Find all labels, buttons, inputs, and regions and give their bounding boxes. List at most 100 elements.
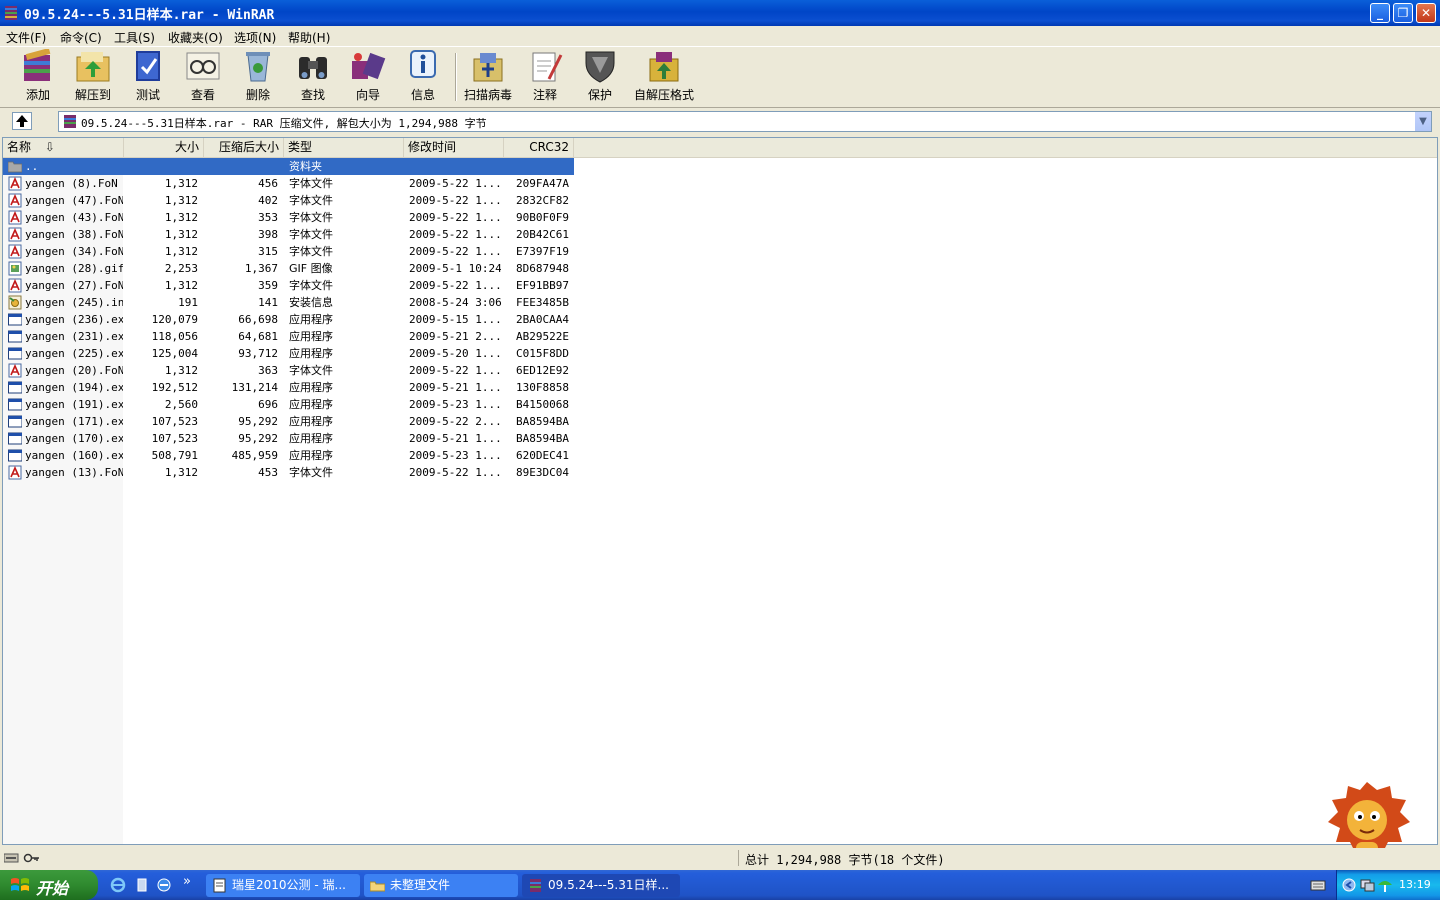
quick-launch-more[interactable]: » <box>183 874 191 889</box>
file-modified: 2009-5-20 1... <box>409 347 501 360</box>
file-row[interactable]: yangen (34).FoN 1,312 315 字体文件 2009-5-22 1..… <box>3 243 574 260</box>
file-type: GIF 图像 <box>289 262 333 275</box>
file-modified: 2009-5-23 1... <box>409 449 501 462</box>
file-crc32: 2BA0CAA4 <box>516 313 569 326</box>
wizard-button[interactable]: 向导 <box>341 49 395 103</box>
file-name: yangen (28).gif <box>25 262 123 275</box>
file-type: 应用程序 <box>289 415 333 428</box>
close-button[interactable]: ✕ <box>1416 3 1436 23</box>
file-packed-size: 353 <box>258 211 278 224</box>
menu-file[interactable]: 文件(F) <box>6 29 46 46</box>
menu-help[interactable]: 帮助(H) <box>288 29 330 46</box>
exe-file-icon <box>8 347 22 360</box>
view-button[interactable]: 查看 <box>176 49 230 103</box>
file-row[interactable]: yangen (8).FoN 1,312 456 字体文件 2009-5-22 1...… <box>3 175 574 192</box>
extract-folder-icon <box>76 52 110 82</box>
antivirus-umbrella-icon[interactable] <box>1377 877 1393 893</box>
info-button[interactable]: 信息 <box>396 49 450 103</box>
file-packed-size: 402 <box>258 194 278 207</box>
ie-icon[interactable] <box>156 877 172 893</box>
file-list[interactable]: 名称 ⇩ 大小 压缩后大小 类型 修改时间 CRC32 .. 资料夹 yange… <box>2 137 1438 845</box>
file-row[interactable]: yangen (28).gif 2,253 1,367 GIF 图像 2009-5-1 … <box>3 260 574 277</box>
maximize-button[interactable]: ❐ <box>1393 3 1413 23</box>
file-modified: 2009-5-1 10:24 <box>409 262 501 275</box>
file-modified: 2009-5-22 1... <box>409 245 501 258</box>
file-row[interactable]: yangen (170).exe 107,523 95,292 应用程序 2009-5-… <box>3 430 574 447</box>
tray-show-hidden-icon[interactable] <box>1341 877 1357 893</box>
column-modified[interactable]: 修改时间 <box>404 138 504 157</box>
font-file-icon <box>8 176 22 191</box>
taskbar-item-rising[interactable]: 瑞星2010公测 - 瑞... <box>206 874 360 897</box>
scan-virus-button[interactable]: 扫描病毒 <box>461 49 515 103</box>
column-size[interactable]: 大小 <box>124 138 204 157</box>
file-row[interactable]: yangen (13).FoN 1,312 453 字体文件 2009-5-22 1..… <box>3 464 574 481</box>
file-type: 字体文件 <box>289 245 333 258</box>
file-row[interactable]: yangen (38).FoN 1,312 398 字体文件 2009-5-22 1..… <box>3 226 574 243</box>
file-size: 1,312 <box>164 228 198 241</box>
file-row[interactable]: yangen (20).FoN 1,312 363 字体文件 2009-5-22 1..… <box>3 362 574 379</box>
file-row[interactable]: yangen (171).exe 107,523 95,292 应用程序 2009-5-… <box>3 413 574 430</box>
file-row[interactable]: yangen (43).FoN 1,312 353 字体文件 2009-5-22 1..… <box>3 209 574 226</box>
file-row[interactable]: yangen (236).exe 120,079 66,698 应用程序 2009-5-… <box>3 311 574 328</box>
media-player-icon[interactable] <box>134 877 150 893</box>
address-text: 09.5.24---5.31日样本.rar - RAR 压缩文件, 解包大小为 … <box>81 117 487 130</box>
comment-button[interactable]: 注释 <box>518 49 572 103</box>
ie-browser-icon[interactable] <box>110 877 126 893</box>
file-row[interactable]: yangen (231).exe 118,056 64,681 应用程序 2009-5-… <box>3 328 574 345</box>
menu-options[interactable]: 选项(N) <box>234 29 276 46</box>
file-name: yangen (170).exe <box>25 432 123 445</box>
extract-to-button[interactable]: 解压到 <box>66 49 120 103</box>
column-name[interactable]: 名称 ⇩ <box>3 138 124 157</box>
exe-file-icon <box>8 330 22 343</box>
file-row[interactable]: yangen (225).exe 125,004 93,712 应用程序 2009-5-… <box>3 345 574 362</box>
file-row[interactable]: yangen (245).inf 191 141 安装信息 2008-5-24 3:06… <box>3 294 574 311</box>
file-row[interactable]: yangen (27).FoN 1,312 359 字体文件 2009-5-22 1..… <box>3 277 574 294</box>
file-modified: 2009-5-22 1... <box>409 466 501 479</box>
file-row[interactable]: yangen (47).FoN 1,312 402 字体文件 2009-5-22 1..… <box>3 192 574 209</box>
menu-tools[interactable]: 工具(S) <box>114 29 155 46</box>
toolbar-separator <box>455 53 457 101</box>
file-name: yangen (43).FoN <box>25 211 123 224</box>
minimize-button[interactable]: _ <box>1370 3 1390 23</box>
test-button[interactable]: 测试 <box>121 49 175 103</box>
file-row[interactable]: yangen (191).exe 2,560 696 应用程序 2009-5-23 1.… <box>3 396 574 413</box>
file-packed-size: 315 <box>258 245 278 258</box>
file-size: 1,312 <box>164 177 198 190</box>
parent-folder-row[interactable]: .. 资料夹 <box>3 158 574 175</box>
file-row[interactable]: yangen (194).exe 192,512 131,214 应用程序 2009-5… <box>3 379 574 396</box>
file-size: 107,523 <box>151 432 198 445</box>
find-button[interactable]: 查找 <box>286 49 340 103</box>
column-packed[interactable]: 压缩后大小 <box>204 138 284 157</box>
add-button[interactable]: 添加 <box>11 49 65 103</box>
winrar-app-icon[interactable] <box>4 5 18 21</box>
taskbar-item-winrar[interactable]: 09.5.24---5.31日样... <box>522 874 680 897</box>
menu-favorites[interactable]: 收藏夹(O) <box>168 29 223 46</box>
file-type: 应用程序 <box>289 330 333 343</box>
file-size: 2,560 <box>164 398 198 411</box>
file-row[interactable]: yangen (160).exe 508,791 485,959 应用程序 2009-5… <box>3 447 574 464</box>
network-icon[interactable] <box>1359 877 1375 893</box>
sfx-button[interactable]: 自解压格式 <box>633 49 695 103</box>
file-name: yangen (34).FoN <box>25 245 123 258</box>
file-modified: 2009-5-22 1... <box>409 194 501 207</box>
protect-button[interactable]: 保护 <box>573 49 627 103</box>
file-size: 192,512 <box>151 381 198 394</box>
font-file-icon <box>8 193 22 208</box>
font-file-icon <box>8 227 22 242</box>
start-button[interactable]: 开始 <box>0 870 98 900</box>
file-modified: 2009-5-22 1... <box>409 364 501 377</box>
delete-button[interactable]: 删除 <box>231 49 285 103</box>
address-field[interactable]: 09.5.24---5.31日样本.rar - RAR 压缩文件, 解包大小为 … <box>58 111 1432 132</box>
menu-commands[interactable]: 命令(C) <box>60 29 102 46</box>
keyboard-icon[interactable] <box>1310 877 1326 893</box>
address-dropdown-button[interactable]: ▼ <box>1414 112 1431 131</box>
up-one-level-button[interactable] <box>12 112 32 130</box>
column-type[interactable]: 类型 <box>284 138 404 157</box>
file-modified: 2009-5-22 1... <box>409 228 501 241</box>
delete-recycle-icon <box>246 52 270 82</box>
column-crc32[interactable]: CRC32 <box>504 138 574 157</box>
taskbar-item-folder[interactable]: 未整理文件 <box>364 874 518 897</box>
file-size: 1,312 <box>164 279 198 292</box>
address-bar: 09.5.24---5.31日样本.rar - RAR 压缩文件, 解包大小为 … <box>0 108 1440 134</box>
rar-archive-icon <box>64 115 76 128</box>
